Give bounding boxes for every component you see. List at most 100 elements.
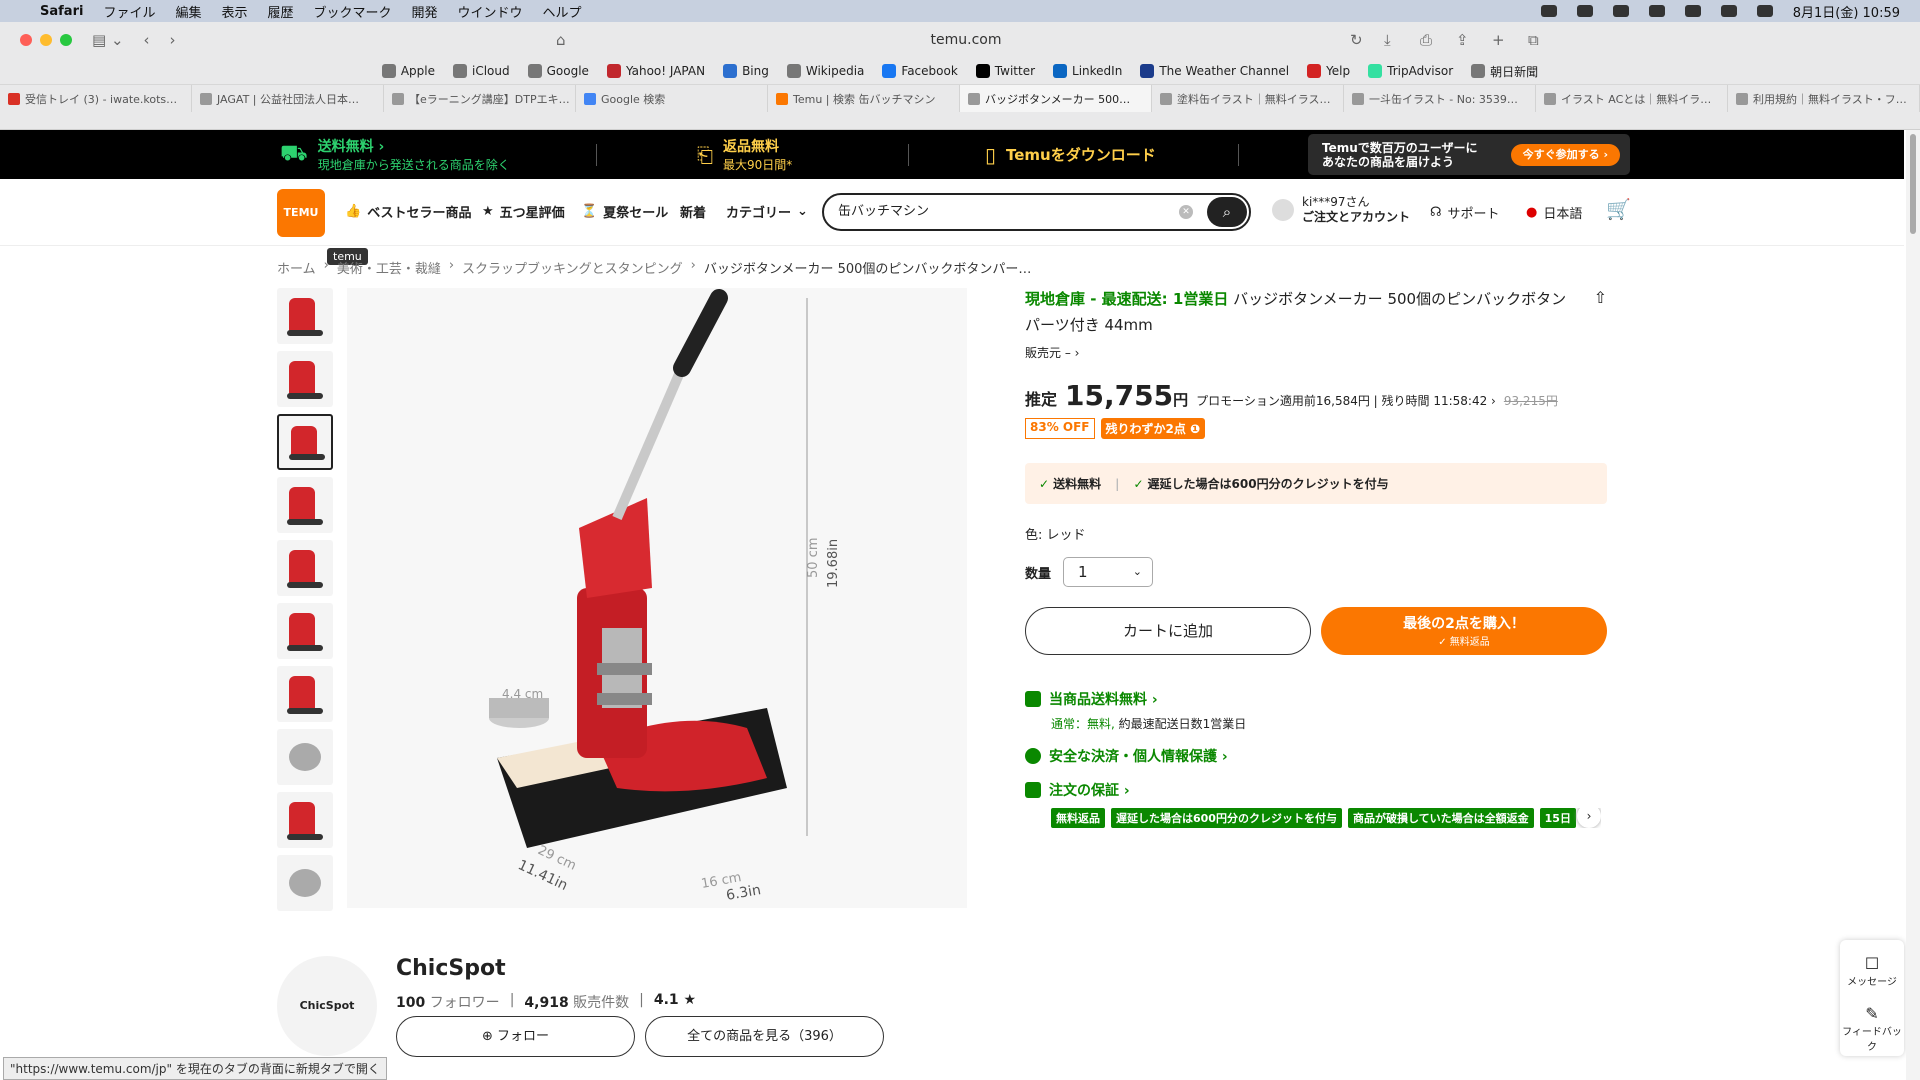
share-icon[interactable]: ⇪	[1456, 31, 1469, 49]
nav-summer-sale[interactable]: ⏳ 夏祭セール	[581, 202, 668, 221]
menu-bookmarks[interactable]: ブックマーク	[314, 2, 392, 21]
thumbnail[interactable]	[277, 288, 333, 344]
zoom-window-button[interactable]	[60, 34, 72, 46]
clear-search-icon[interactable]: ✕	[1179, 205, 1193, 219]
follow-button[interactable]: ⊕ フォロー	[396, 1016, 635, 1057]
fav-asahi[interactable]: 朝日新聞	[1471, 63, 1538, 80]
tab-temu-search[interactable]: Temu | 検索 缶バッチマシン	[768, 85, 960, 112]
thumbnail[interactable]	[277, 666, 333, 722]
thumbnail[interactable]	[277, 792, 333, 848]
menu-history[interactable]: 履歴	[267, 2, 293, 21]
fav-apple[interactable]: Apple	[381, 64, 435, 78]
support-link[interactable]: ☊ サポート	[1430, 203, 1500, 222]
control-center-icon[interactable]	[1720, 5, 1737, 17]
message-button[interactable]: ☐ メッセージ	[1840, 954, 1904, 988]
fav-yelp[interactable]: Yelp	[1307, 64, 1350, 78]
search-button[interactable]: ⌕	[1207, 197, 1247, 227]
nav-category[interactable]: カテゴリー ⌄	[726, 202, 808, 221]
seller-promo[interactable]: Temuで数百万のユーザーに あなたの商品を届けよう 今すぐ参加する ›	[1308, 134, 1630, 175]
tab-can-illust[interactable]: 一斗缶イラスト - No: 3539…	[1344, 85, 1536, 112]
menu-window[interactable]: ウインドウ	[458, 2, 523, 21]
clock[interactable]: 8月1日(金) 10:59	[1793, 2, 1900, 21]
all-products-button[interactable]: 全ての商品を見る（396）	[645, 1016, 884, 1057]
chevron-right-icon[interactable]: ›	[1577, 808, 1601, 828]
menu-view[interactable]: 表示	[221, 2, 247, 21]
print-icon[interactable]: ⎙	[1420, 31, 1432, 49]
fav-linkedin[interactable]: LinkedIn	[1053, 64, 1122, 78]
close-window-button[interactable]	[20, 34, 32, 46]
menu-file[interactable]: ファイル	[103, 2, 155, 21]
siri-icon[interactable]	[1756, 5, 1773, 17]
fav-yahoo[interactable]: Yahoo! JAPAN	[606, 64, 705, 78]
tab-terms[interactable]: 利用規約｜無料イラスト・フ…	[1728, 85, 1920, 112]
menu-edit[interactable]: 編集	[175, 2, 201, 21]
fav-weather[interactable]: The Weather Channel	[1140, 64, 1289, 78]
thumbnail[interactable]	[277, 477, 333, 533]
fav-bing[interactable]: Bing	[723, 64, 769, 78]
feedback-button[interactable]: ✎ フィードバック	[1840, 1004, 1904, 1053]
breadcrumb-scrapbooking[interactable]: スクラップブッキングとスタンピング	[462, 258, 683, 277]
minimize-window-button[interactable]	[40, 34, 52, 46]
home-icon[interactable]: ⌂	[556, 31, 566, 49]
quantity-select[interactable]: 1 ⌄	[1063, 557, 1154, 587]
thumbnail[interactable]	[277, 540, 333, 596]
tab-overview-icon[interactable]: ⧉	[1528, 31, 1539, 49]
time-machine-icon[interactable]	[1576, 5, 1593, 17]
tab-google-search[interactable]: Google 検索	[576, 85, 768, 112]
fav-google[interactable]: Google	[527, 64, 589, 78]
order-guarantee-link[interactable]: 注文の保証 ›	[1025, 780, 1607, 800]
secure-payment-link[interactable]: 安全な決済・個人情報保護 ›	[1025, 746, 1607, 766]
product-main-image[interactable]: 50 cm 19.68in 29 cm 11.41in 16 cm 6.3in …	[347, 288, 967, 908]
app-name[interactable]: Safari	[40, 4, 83, 19]
nav-five-star[interactable]: ★ 五つ星評価	[482, 202, 565, 221]
cloud-icon[interactable]	[1540, 5, 1557, 17]
breadcrumb-home[interactable]: ホーム	[277, 258, 316, 277]
nav-new[interactable]: 新着	[680, 202, 706, 221]
search-icon[interactable]	[1684, 5, 1701, 17]
reload-icon[interactable]: ↻	[1350, 31, 1363, 49]
thumbnail[interactable]	[277, 855, 333, 911]
free-returns-banner[interactable]: ⎗ 返品無料 最大90日間*	[697, 136, 792, 173]
thumbnail-selected[interactable]	[277, 414, 333, 470]
fav-twitter[interactable]: Twitter	[975, 64, 1035, 78]
menu-develop[interactable]: 開発	[412, 2, 438, 21]
store-logo[interactable]: ChicSpot	[277, 956, 377, 1056]
buy-now-button[interactable]: 最後の2点を購入！ ✓ 無料返品	[1321, 607, 1607, 655]
add-to-cart-button[interactable]: カートに追加	[1025, 607, 1311, 655]
free-shipping-banner[interactable]: ⛟ 送料無料 › 現地倉庫から発送される商品を除く	[280, 136, 510, 173]
share-icon[interactable]: ⇧	[1594, 288, 1607, 307]
tab-paint-can[interactable]: 塗料缶イラスト｜無料イラス…	[1152, 85, 1344, 112]
fav-wikipedia[interactable]: Wikipedia	[786, 64, 864, 78]
scrollbar[interactable]	[1906, 130, 1920, 1080]
search-input[interactable]: 缶バッチマシン ✕ ⌕	[822, 193, 1251, 231]
address-bar[interactable]: temu.com	[588, 26, 1344, 54]
free-shipping-link[interactable]: 当商品送料無料 ›	[1025, 689, 1607, 709]
thumbnail[interactable]	[277, 729, 333, 785]
tab-jagat[interactable]: JAGAT | 公益社団法人日本…	[192, 85, 384, 112]
download-app-banner[interactable]: ▯ Temuをダウンロード	[985, 143, 1156, 167]
temu-logo[interactable]: TEMU	[277, 189, 325, 237]
new-tab-icon[interactable]: +	[1492, 31, 1505, 49]
breadcrumb-crafts[interactable]: 美術・工芸・裁縫	[337, 258, 441, 277]
nav-bestsellers[interactable]: 👍 ベストセラー商品	[345, 202, 471, 221]
tab-illust-ac[interactable]: イラスト ACとは｜無料イラ…	[1536, 85, 1728, 112]
back-icon[interactable]: ‹	[144, 31, 150, 49]
tab-gmail[interactable]: 受信トレイ (3) - iwate.kots…	[0, 85, 192, 112]
sidebar-icon[interactable]: ▤ ⌄	[92, 31, 124, 49]
fav-tripadvisor[interactable]: TripAdvisor	[1368, 64, 1453, 78]
download-icon[interactable]: ⤓	[1384, 31, 1391, 49]
cart-icon[interactable]: 🛒	[1606, 197, 1631, 221]
input-method-icon[interactable]	[1612, 5, 1629, 17]
price-before-promo[interactable]: プロモーション適用前16,584円 | 残り時間 11:58:42 ›	[1196, 392, 1496, 409]
forward-icon[interactable]: ›	[170, 31, 176, 49]
join-now-button[interactable]: 今すぐ参加する ›	[1510, 144, 1620, 166]
seller-link[interactable]: 販売元 – ›	[1025, 344, 1607, 361]
tab-temu-product[interactable]: バッジボタンメーカー 500…	[960, 85, 1152, 112]
menu-help[interactable]: ヘルプ	[543, 2, 582, 21]
tab-elearning[interactable]: 【eラーニング講座】DTPエキ…	[384, 85, 576, 112]
fav-icloud[interactable]: iCloud	[452, 64, 510, 78]
fav-facebook[interactable]: Facebook	[882, 64, 958, 78]
language-selector[interactable]: ● 日本語	[1526, 203, 1582, 222]
thumbnail[interactable]	[277, 351, 333, 407]
store-name[interactable]: ChicSpot	[396, 956, 506, 981]
